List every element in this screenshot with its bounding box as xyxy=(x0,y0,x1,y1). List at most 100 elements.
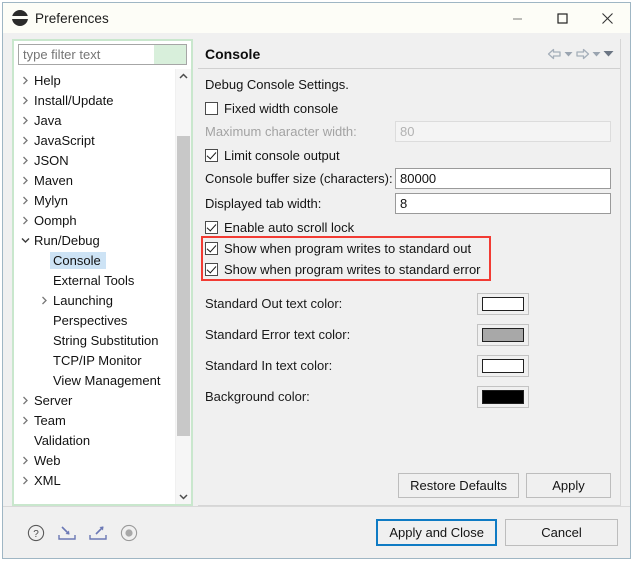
sidebar-item-javascript[interactable]: JavaScript xyxy=(14,130,175,150)
sidebar-item-tcp-ip-monitor[interactable]: TCP/IP Monitor xyxy=(14,350,175,370)
standard-in-text-color-label: Standard In text color: xyxy=(205,358,333,373)
fixed-width-console-checkbox[interactable] xyxy=(205,101,218,115)
sidebar-item-console[interactable]: Console xyxy=(14,250,175,270)
back-arrow-icon[interactable] xyxy=(547,44,562,64)
back-dropdown-icon[interactable] xyxy=(564,44,573,64)
sidebar-item-label: Console xyxy=(50,251,106,269)
sidebar-item-validation[interactable]: Validation xyxy=(14,430,175,450)
scroll-down-icon[interactable] xyxy=(176,489,191,504)
close-button[interactable] xyxy=(585,3,630,33)
sidebar-item-string-substitution[interactable]: String Substitution xyxy=(14,330,175,350)
standard-out-text-color-row: Standard Out text color: xyxy=(205,288,620,319)
chevron-right-icon[interactable] xyxy=(17,455,33,465)
chevron-right-icon[interactable] xyxy=(17,75,33,85)
sidebar-item-java[interactable]: Java xyxy=(14,110,175,130)
fixed-width-console-row[interactable]: Fixed width console xyxy=(205,97,620,119)
sidebar-item-install-update[interactable]: Install/Update xyxy=(14,90,175,110)
apply-and-close-button[interactable]: Apply and Close xyxy=(376,519,497,546)
sidebar-item-help[interactable]: Help xyxy=(14,70,175,90)
color-swatch xyxy=(482,296,524,311)
background-color-swatch-button[interactable] xyxy=(477,385,529,408)
help-icon[interactable]: ? xyxy=(25,522,47,544)
sidebar-item-perspectives[interactable]: Perspectives xyxy=(14,310,175,330)
tree-container: Help Install/Update Java JavaScript JSON Mave… xyxy=(12,39,193,506)
forward-arrow-icon[interactable] xyxy=(575,44,590,64)
chevron-right-icon[interactable] xyxy=(17,215,33,225)
chevron-right-icon[interactable] xyxy=(17,95,33,105)
preference-page: Console Debug Console Settings. Fixed wi… xyxy=(193,33,630,506)
sidebar-item-label: Run/Debug xyxy=(34,232,100,248)
standard-out-text-color-swatch-button[interactable] xyxy=(477,292,529,315)
sidebar-item-run-debug[interactable]: Run/Debug xyxy=(14,230,175,250)
console-buffer-size-input[interactable] xyxy=(395,168,611,189)
chevron-down-icon[interactable] xyxy=(17,236,33,245)
sidebar-item-mylyn[interactable]: Mylyn xyxy=(14,190,175,210)
forward-dropdown-icon[interactable] xyxy=(592,44,601,64)
displayed-tab-width-input[interactable] xyxy=(395,193,611,214)
sidebar-item-label: XML xyxy=(34,472,61,488)
sidebar-item-xml[interactable]: XML xyxy=(14,470,175,490)
show-standard-error-label: Show when program writes to standard err… xyxy=(224,262,481,277)
cancel-button[interactable]: Cancel xyxy=(505,519,618,546)
standard-in-text-color-swatch-button[interactable] xyxy=(477,354,529,377)
record-icon[interactable] xyxy=(118,522,140,544)
sidebar-item-oomph[interactable]: Oomph xyxy=(14,210,175,230)
maximize-button[interactable] xyxy=(540,3,585,33)
apply-button[interactable]: Apply xyxy=(526,473,611,498)
chevron-right-icon[interactable] xyxy=(17,395,33,405)
standard-error-text-color-row: Standard Error text color: xyxy=(205,319,620,350)
dialog-footer: ? Apply and Close Cancel xyxy=(3,506,630,558)
chevron-right-icon[interactable] xyxy=(36,295,52,305)
export-icon[interactable] xyxy=(87,522,109,544)
scroll-up-icon[interactable] xyxy=(176,69,191,84)
chevron-right-icon[interactable] xyxy=(17,415,33,425)
limit-console-output-checkbox[interactable] xyxy=(205,148,218,162)
scrollbar-track[interactable] xyxy=(176,84,191,489)
restore-defaults-button[interactable]: Restore Defaults xyxy=(398,473,519,498)
sidebar-item-label: View Management xyxy=(53,372,161,388)
sidebar-item-label: String Substitution xyxy=(53,332,159,348)
eclipse-icon xyxy=(12,10,28,26)
color-swatch xyxy=(482,358,524,373)
scrollbar-thumb[interactable] xyxy=(177,136,190,436)
sidebar-item-json[interactable]: JSON xyxy=(14,150,175,170)
show-standard-out-row[interactable]: Show when program writes to standard out xyxy=(205,238,620,259)
page-nav-icons xyxy=(547,44,620,64)
sidebar-item-web[interactable]: Web xyxy=(14,450,175,470)
background-color-label: Background color: xyxy=(205,389,310,404)
tree-body: Help Install/Update Java JavaScript JSON Mave… xyxy=(14,69,191,504)
fixed-width-console-label: Fixed width console xyxy=(224,100,339,116)
sidebar-item-server[interactable]: Server xyxy=(14,390,175,410)
standard-error-text-color-swatch-button[interactable] xyxy=(477,323,529,346)
tree-scrollbar[interactable] xyxy=(175,69,191,504)
show-standard-out-checkbox[interactable] xyxy=(205,242,218,255)
menu-dropdown-icon[interactable] xyxy=(603,44,614,64)
sidebar-item-label: Java xyxy=(34,112,62,128)
color-swatch xyxy=(482,389,524,404)
chevron-right-icon[interactable] xyxy=(17,155,33,165)
filter-input[interactable] xyxy=(18,44,187,65)
minimize-button[interactable] xyxy=(495,3,540,33)
sidebar-item-external-tools[interactable]: External Tools xyxy=(14,270,175,290)
sidebar-item-launching[interactable]: Launching xyxy=(14,290,175,310)
svg-text:?: ? xyxy=(33,529,39,540)
maximum-character-width-input xyxy=(395,121,611,142)
enable-auto-scroll-lock-row[interactable]: Enable auto scroll lock xyxy=(205,216,620,238)
enable-auto-scroll-lock-checkbox[interactable] xyxy=(205,220,218,234)
console-buffer-size-label: Console buffer size (characters): xyxy=(205,171,393,186)
show-standard-error-row[interactable]: Show when program writes to standard err… xyxy=(205,259,620,280)
sidebar-item-view-management[interactable]: View Management xyxy=(14,370,175,390)
import-icon[interactable] xyxy=(56,522,78,544)
sidebar-item-team[interactable]: Team xyxy=(14,410,175,430)
chevron-right-icon[interactable] xyxy=(17,135,33,145)
sidebar-item-maven[interactable]: Maven xyxy=(14,170,175,190)
sidebar-item-label: Perspectives xyxy=(53,312,128,328)
preferences-tree[interactable]: Help Install/Update Java JavaScript JSON Mave… xyxy=(14,69,175,504)
chevron-right-icon[interactable] xyxy=(17,115,33,125)
limit-console-output-row[interactable]: Limit console output xyxy=(205,144,620,166)
chevron-right-icon[interactable] xyxy=(17,475,33,485)
chevron-right-icon[interactable] xyxy=(17,175,33,185)
maximum-character-width-row: Maximum character width: xyxy=(205,119,620,144)
show-standard-error-checkbox[interactable] xyxy=(205,263,218,276)
chevron-right-icon[interactable] xyxy=(17,195,33,205)
